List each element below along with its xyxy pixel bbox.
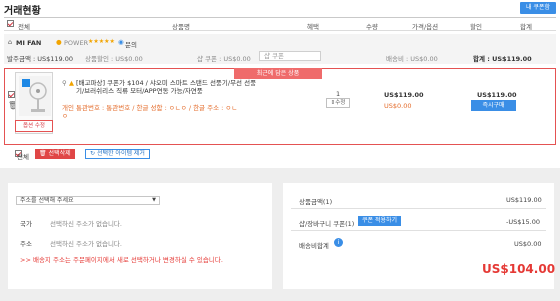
header-qty: 수량 [366, 23, 378, 31]
edit-option-button[interactable]: 옵션 수정 [15, 120, 53, 132]
shop-coupon-amount: 샵 쿠폰 : US$0.00 [197, 55, 251, 63]
item-title[interactable]: [배고파상] 쿠폰가 $104 / 샤오미 스마트 스탠드 선풍기/무선 선풍기… [76, 79, 262, 95]
item-qty: 1 [336, 90, 341, 98]
delete-selected-label: 선택삭제 [48, 150, 71, 157]
store-icon: ⌂ [8, 38, 13, 46]
summary-divider [291, 230, 546, 231]
inquiry-link[interactable]: 문의 [125, 39, 137, 49]
rating-stars: ★★★★★ [88, 38, 115, 45]
header-benefit: 혜택 [307, 23, 319, 31]
grand-total: US$104.00 [482, 262, 556, 276]
address-value: 선택하신 주소가 없습니다. [50, 240, 122, 248]
cart-coupon-value: -US$15.00 [506, 218, 540, 226]
chevron-down-icon: ▼ [152, 197, 156, 203]
recent-item-badge: 최근에 담은 상품 [234, 68, 322, 79]
select-all-checkbox[interactable] [7, 20, 14, 27]
country-label: 국가 [20, 220, 32, 228]
shipping-total-label: 배송비합계 [299, 242, 329, 250]
product-amount-label: 상품금액(1) [299, 198, 333, 206]
seller-group: ⌂ MI FAN ● POWER ★★★★★ ◉ 문의 발주금액 : US$11… [4, 34, 556, 64]
refresh-icon: ↻ [90, 150, 96, 157]
qty-edit-label: 수정 [335, 100, 346, 106]
item-price: US$119.00 [384, 91, 424, 99]
my-coupon-box-button[interactable]: 내 쿠폰함 [520, 2, 556, 14]
power-badge-icon: ● [56, 38, 62, 46]
fan-product-image [19, 76, 51, 116]
shop-badge-icon: ▲ [69, 79, 74, 87]
address-label: 주소 [20, 240, 32, 248]
remove-items-label: 선택한 아이템 제거 [96, 150, 145, 157]
product-discount: 상품할인 : US$0.00 [85, 55, 143, 63]
header-discount: 할인 [470, 23, 482, 31]
buy-now-button[interactable]: 즉시구매 [471, 100, 516, 111]
qty-edit-button[interactable]: ⇕수정 [326, 98, 350, 108]
shop-coupon-select[interactable]: 샵 쿠폰 [259, 51, 321, 61]
bottom-select-all-label: 전체 [17, 153, 29, 161]
country-value: 선택하신 주소가 없습니다. [50, 220, 122, 228]
page-title: 거래현황 [4, 6, 41, 17]
header-product: 상품명 [172, 23, 190, 31]
order-amount: 발주금액 : US$119.00 [7, 55, 74, 63]
item-total: US$119.00 [477, 91, 517, 99]
product-amount-value: US$119.00 [506, 196, 542, 204]
power-label: POWER [64, 39, 89, 47]
summary-divider [291, 208, 546, 209]
shipping-total-value: US$0.00 [514, 240, 542, 248]
apply-coupon-button[interactable]: 쿠폰 적용하기 [358, 216, 402, 226]
item-option-text: 개인 통관번호 : 통관번호 / 한글 성함 : ㅇㄴㅇ / 한글 주소 : ㅇ… [62, 104, 238, 120]
shipping-fee: 배송비 : US$0.00 [386, 55, 438, 63]
item-discount: US$0.00 [384, 102, 412, 110]
cart-coupon-label: 샵/장바구니 쿠폰(1) [299, 220, 355, 228]
header-price-option: 가격/옵션 [412, 23, 439, 31]
delete-selected-button[interactable]: 🗑 선택삭제 [35, 149, 75, 159]
cart-table-header: 전체 상품명 혜택 수량 가격/옵션 할인 합계 [4, 17, 556, 31]
item-checkbox[interactable] [8, 91, 15, 98]
trash-icon: 🗑 [39, 150, 47, 157]
header-total: 합계 [520, 23, 532, 31]
header-select-all: 전체 [18, 23, 30, 31]
address-select[interactable]: 주소를 선택해 주세요 ▼ [16, 196, 160, 205]
search-icon[interactable]: ⚲ [62, 79, 67, 87]
remove-items-button[interactable]: ↻ 선택한 아이템 제거 [85, 149, 150, 159]
seller-total: 합계 : US$119.00 [473, 55, 532, 63]
address-select-value: 주소를 선택해 주세요 [20, 197, 74, 204]
seller-name[interactable]: MI FAN [16, 39, 41, 47]
info-icon[interactable]: i [334, 238, 343, 247]
inquiry-icon[interactable]: ◉ [118, 38, 124, 46]
address-notice: >> 배송지 주소는 주문페이지에서 새로 선택하거나 변경하실 수 있습니다. [20, 256, 223, 264]
